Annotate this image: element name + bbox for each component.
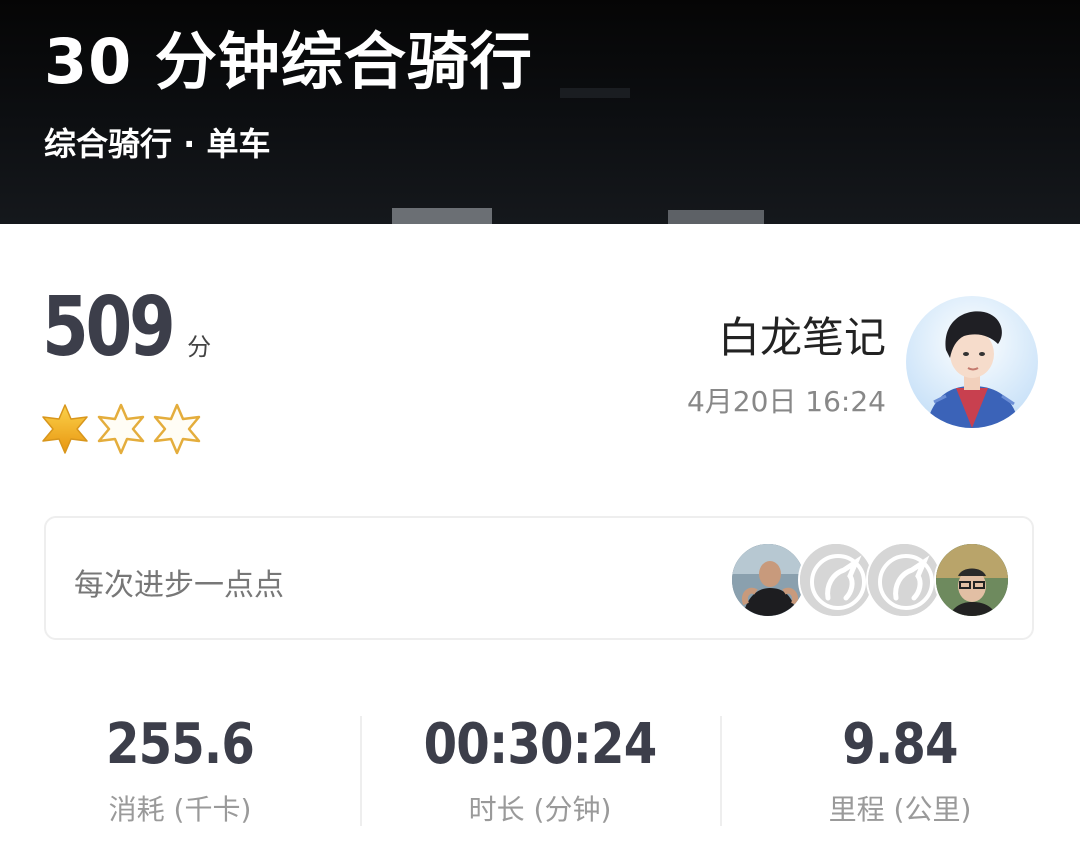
hero-banner: 30 分钟综合骑行 综合骑行 · 单车 xyxy=(0,0,1080,224)
participant-avatar-default[interactable] xyxy=(866,542,942,618)
user-avatar-illustration xyxy=(926,311,1020,428)
stat-calories-value: 255.6 xyxy=(105,712,255,777)
score-unit: 分 xyxy=(187,333,212,361)
participant-avatar-default[interactable] xyxy=(798,542,874,618)
participant-avatars[interactable] xyxy=(730,542,1020,618)
score-value: 509 xyxy=(42,280,176,375)
participant-avatar-photo[interactable] xyxy=(934,542,1010,618)
page-title: 30 分钟综合骑行 xyxy=(44,25,533,98)
unicorn-icon xyxy=(868,544,940,616)
page-subtitle: 综合骑行 · 单车 xyxy=(44,125,271,163)
star-empty-icon xyxy=(97,403,145,455)
workout-stats: 255.6 消耗 (千卡) 00:30:24 时长 (分钟) 9.84 里程 (… xyxy=(0,710,1080,840)
star-empty-icon xyxy=(153,403,201,455)
user-name[interactable]: 白龙笔记 xyxy=(718,304,886,365)
motto-card[interactable]: 每次进步一点点 xyxy=(44,516,1034,640)
stat-duration: 00:30:24 时长 (分钟) xyxy=(360,710,720,840)
participant-avatar-photo[interactable] xyxy=(730,542,806,618)
unicorn-icon xyxy=(800,544,872,616)
star-filled-icon xyxy=(42,404,88,454)
workout-datetime: 4月20日 16:24 xyxy=(686,385,886,418)
bike-silhouette-left xyxy=(392,208,492,224)
stat-duration-label: 时长 (分钟) xyxy=(468,793,612,826)
avatar[interactable] xyxy=(906,296,1038,428)
stat-calories: 255.6 消耗 (千卡) xyxy=(0,710,360,840)
person-photo-icon xyxy=(732,544,804,616)
stat-calories-label: 消耗 (千卡) xyxy=(108,793,252,826)
stat-duration-value: 00:30:24 xyxy=(423,712,658,777)
bike-silhouette-right xyxy=(668,210,764,224)
score-display: 509 分 xyxy=(42,278,211,378)
stat-distance-label: 里程 (公里) xyxy=(828,793,972,826)
bike-handlebar xyxy=(560,88,630,98)
stat-distance: 9.84 里程 (公里) xyxy=(720,710,1080,840)
star-rating xyxy=(40,402,202,456)
stat-distance-value: 9.84 xyxy=(842,712,958,777)
motto-text: 每次进步一点点 xyxy=(74,568,284,603)
person-photo-icon xyxy=(936,544,1008,616)
